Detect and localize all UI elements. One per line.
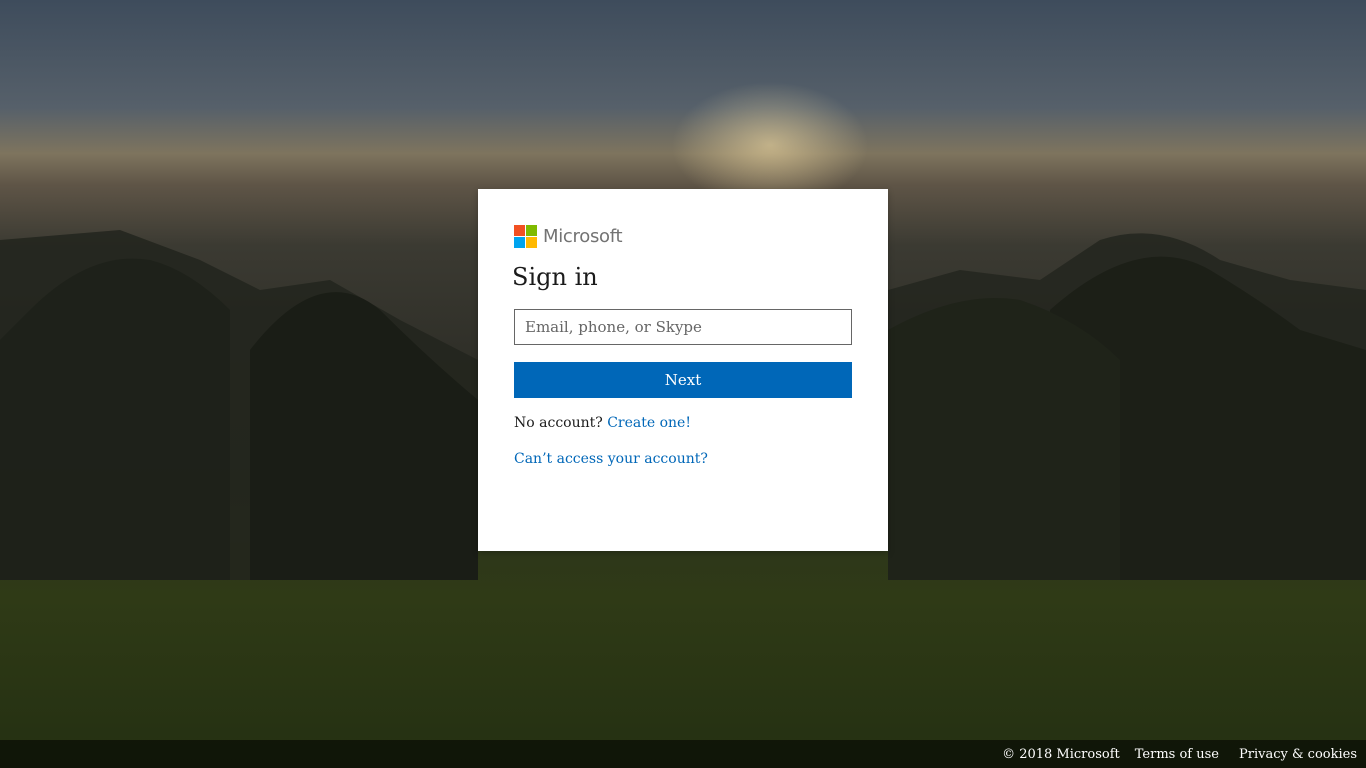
- create-account-link[interactable]: Create one!: [607, 415, 691, 431]
- logo-square-green: [526, 225, 537, 236]
- page-title: Sign in: [512, 263, 598, 291]
- microsoft-logo-icon: [514, 225, 537, 248]
- cant-access-account-link[interactable]: Can’t access your account?: [514, 451, 708, 467]
- terms-of-use-link[interactable]: Terms of use: [1135, 747, 1219, 762]
- no-account-label: No account?: [514, 415, 603, 431]
- privacy-cookies-link[interactable]: Privacy & cookies: [1239, 747, 1357, 762]
- logo-wordmark: Microsoft: [543, 226, 623, 247]
- email-field[interactable]: [514, 309, 852, 345]
- next-button[interactable]: Next: [514, 362, 852, 398]
- logo-square-red: [514, 225, 525, 236]
- logo-square-yellow: [526, 237, 537, 248]
- microsoft-logo: Microsoft: [514, 225, 623, 248]
- copyright-text: © 2018 Microsoft: [1002, 746, 1120, 762]
- sign-in-card: Microsoft Sign in Next No account? Creat…: [478, 189, 888, 551]
- footer: © 2018 Microsoft Terms of use Privacy & …: [0, 740, 1366, 768]
- logo-square-blue: [514, 237, 525, 248]
- cant-access-row: Can’t access your account?: [514, 451, 708, 467]
- no-account-row: No account? Create one!: [514, 415, 691, 431]
